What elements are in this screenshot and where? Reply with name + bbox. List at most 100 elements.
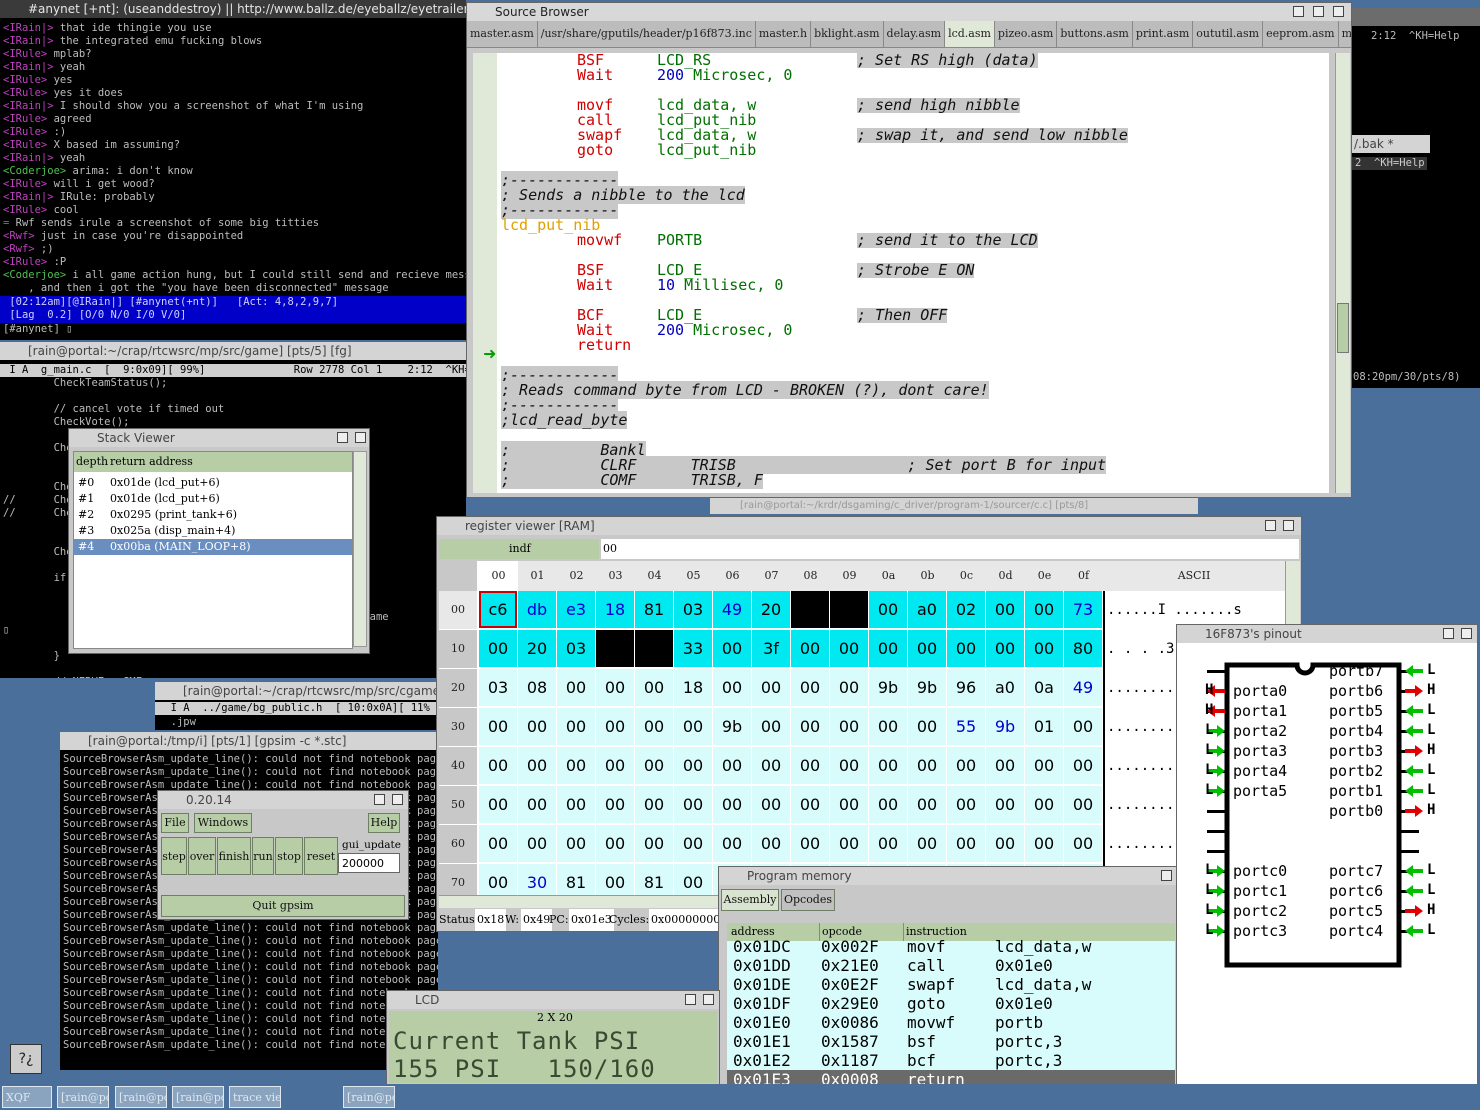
register-cell[interactable]: 00 <box>908 786 946 823</box>
register-cell[interactable] <box>635 630 673 667</box>
register-cell[interactable]: 0a <box>1025 669 1063 706</box>
register-cell[interactable]: 01 <box>1025 708 1063 745</box>
register-cell[interactable]: 00 <box>557 825 595 862</box>
register-cell[interactable]: 33 <box>674 630 712 667</box>
editor-terminal-title-bar[interactable]: [rain@portal:~/crap/rtcwsrc/mp/src/game]… <box>0 342 466 360</box>
register-cell[interactable]: 00 <box>986 630 1024 667</box>
pinout-title-bar[interactable]: 16F873's pinout <box>1177 625 1477 643</box>
register-cell[interactable]: 03 <box>557 630 595 667</box>
stack-viewer-window[interactable]: Stack Viewer depth return address #0 0x01… <box>68 428 370 654</box>
close-button[interactable] <box>1161 870 1172 881</box>
stack-row[interactable]: #0 0x01de (lcd_put+6) <box>74 475 352 491</box>
irc-input[interactable]: [#anynet] ▯ <box>0 323 73 336</box>
lcd-window[interactable]: LCD 2 X 20 Current Tank PSI 155 PSI 150/… <box>386 990 720 1086</box>
register-cell[interactable]: 00 <box>557 786 595 823</box>
program-memory-row[interactable]: 0x01E0 0x0086 movwf portb <box>727 1013 1175 1032</box>
register-cell[interactable]: 00 <box>596 825 634 862</box>
register-col-header[interactable]: 09 <box>830 561 869 591</box>
register-row-header[interactable]: 20 <box>439 669 477 707</box>
register-cell[interactable]: 00 <box>791 630 829 667</box>
register-col-header[interactable]: 0a <box>869 561 908 591</box>
taskbar-item[interactable]: trace vie <box>229 1086 281 1108</box>
register-cell[interactable]: 00 <box>557 747 595 784</box>
register-cell[interactable]: 00 <box>752 747 790 784</box>
register-cell[interactable]: 9b <box>908 669 946 706</box>
stack-row[interactable]: #2 0x0295 (print_tank+6) <box>74 507 352 523</box>
register-cell[interactable]: 00 <box>596 669 634 706</box>
register-cell[interactable]: 00 <box>830 747 868 784</box>
maximize-button[interactable] <box>1313 6 1324 17</box>
register-cell[interactable]: 00 <box>518 708 556 745</box>
register-col-header[interactable]: 03 <box>596 561 635 591</box>
register-cell[interactable]: 00 <box>713 669 751 706</box>
register-cell[interactable]: 00 <box>908 630 946 667</box>
taskbar-item[interactable]: [rain@po <box>115 1086 167 1108</box>
register-cell[interactable]: 00 <box>635 825 673 862</box>
register-cell[interactable]: 00 <box>752 708 790 745</box>
windows-menu[interactable]: Windows <box>194 813 252 833</box>
program-memory-row[interactable]: 0x01E1 0x1587 bsf portc,3 <box>727 1032 1175 1051</box>
minimize-button[interactable] <box>1443 628 1454 639</box>
register-cell[interactable] <box>596 630 634 667</box>
register-cell[interactable]: 00 <box>791 825 829 862</box>
register-cell[interactable]: 80 <box>1064 630 1102 667</box>
register-cell[interactable]: 00 <box>869 786 907 823</box>
stack-scrollbar[interactable] <box>353 451 367 647</box>
tab-pizeo-asm[interactable]: pizeo.asm <box>995 21 1058 47</box>
register-cell[interactable]: 00 <box>791 747 829 784</box>
register-col-header[interactable]: 0b <box>908 561 947 591</box>
program-memory-row[interactable]: 0x01DF 0x29E0 goto 0x01e0 <box>727 994 1175 1013</box>
register-cell[interactable]: 00 <box>869 591 907 628</box>
register-cell[interactable]: 81 <box>635 864 673 895</box>
register-cell[interactable]: 00 <box>518 825 556 862</box>
register-cell[interactable]: 00 <box>752 669 790 706</box>
register-cell[interactable]: 9b <box>986 708 1024 745</box>
register-col-header[interactable]: 07 <box>752 561 791 591</box>
register-cell[interactable]: 55 <box>947 708 985 745</box>
run-button[interactable]: run <box>252 837 274 875</box>
register-cell[interactable]: 00 <box>479 708 517 745</box>
register-cell[interactable]: 00 <box>674 786 712 823</box>
register-cell[interactable]: 00 <box>869 630 907 667</box>
tab-buttons-asm[interactable]: buttons.asm <box>1057 21 1133 47</box>
register-cell[interactable]: 73 <box>1064 591 1102 628</box>
gpsim-main-title-bar[interactable]: 0.20.14 <box>158 791 408 809</box>
register-cell[interactable]: 00 <box>1025 630 1063 667</box>
register-cell[interactable]: 00 <box>830 708 868 745</box>
gpsim-terminal-title-bar[interactable]: [rain@portal:/tmp/i] [pts/1] [gpsim -c *… <box>60 732 438 750</box>
tab-eeprom-asm[interactable]: eeprom.asm <box>1263 21 1339 47</box>
register-cell[interactable]: 00 <box>479 825 517 862</box>
register-cell[interactable]: 00 <box>596 864 634 895</box>
program-memory-title-bar[interactable]: Program memory <box>719 867 1177 885</box>
cgame-terminal[interactable]: [rain@portal:~/crap/rtcwsrc/mp/src/cgame… <box>155 682 440 730</box>
tab-master-h[interactable]: master.h <box>756 21 812 47</box>
pc-value[interactable]: 0x01e3 <box>569 909 614 931</box>
register-col-header[interactable]: 0d <box>986 561 1025 591</box>
scrollbar-thumb[interactable] <box>1337 303 1349 353</box>
register-cell[interactable]: 00 <box>986 591 1024 628</box>
register-cell[interactable]: 00 <box>869 708 907 745</box>
register-cell[interactable] <box>830 591 868 628</box>
register-cell[interactable]: 00 <box>713 786 751 823</box>
register-cell[interactable]: 00 <box>908 708 946 745</box>
minimize-button[interactable] <box>1293 6 1304 17</box>
register-cell[interactable]: 49 <box>713 591 751 628</box>
taskbar-item[interactable]: XQF <box>2 1086 52 1108</box>
register-cell[interactable]: 00 <box>1025 825 1063 862</box>
irc-title-bar[interactable]: #anynet [+nt]: (useanddestroy) || http:/… <box>0 0 466 18</box>
source-browser-window[interactable]: Source Browser master.asm/usr/share/gput… <box>466 2 1352 498</box>
register-cell[interactable]: 00 <box>869 747 907 784</box>
register-cell[interactable]: 00 <box>830 630 868 667</box>
program-memory-row[interactable]: 0x01DC 0x002F movf lcd_data,w <box>727 937 1175 956</box>
register-cell[interactable]: 00 <box>791 708 829 745</box>
register-cell[interactable]: 00 <box>986 747 1024 784</box>
cgame-terminal-title-bar[interactable]: [rain@portal:~/crap/rtcwsrc/mp/src/cgame… <box>155 682 440 700</box>
close-button[interactable] <box>703 994 714 1005</box>
register-cell[interactable]: 03 <box>674 591 712 628</box>
tab-opcodes[interactable]: Opcodes <box>781 889 835 911</box>
stack-row[interactable]: #4 0x00ba (MAIN_LOOP+8) <box>74 539 352 555</box>
program-memory-window[interactable]: Program memory Assembly Opcodes address … <box>718 866 1178 1092</box>
register-cell[interactable]: 00 <box>1064 786 1102 823</box>
close-button[interactable] <box>392 794 403 805</box>
register-col-header[interactable]: 06 <box>713 561 752 591</box>
